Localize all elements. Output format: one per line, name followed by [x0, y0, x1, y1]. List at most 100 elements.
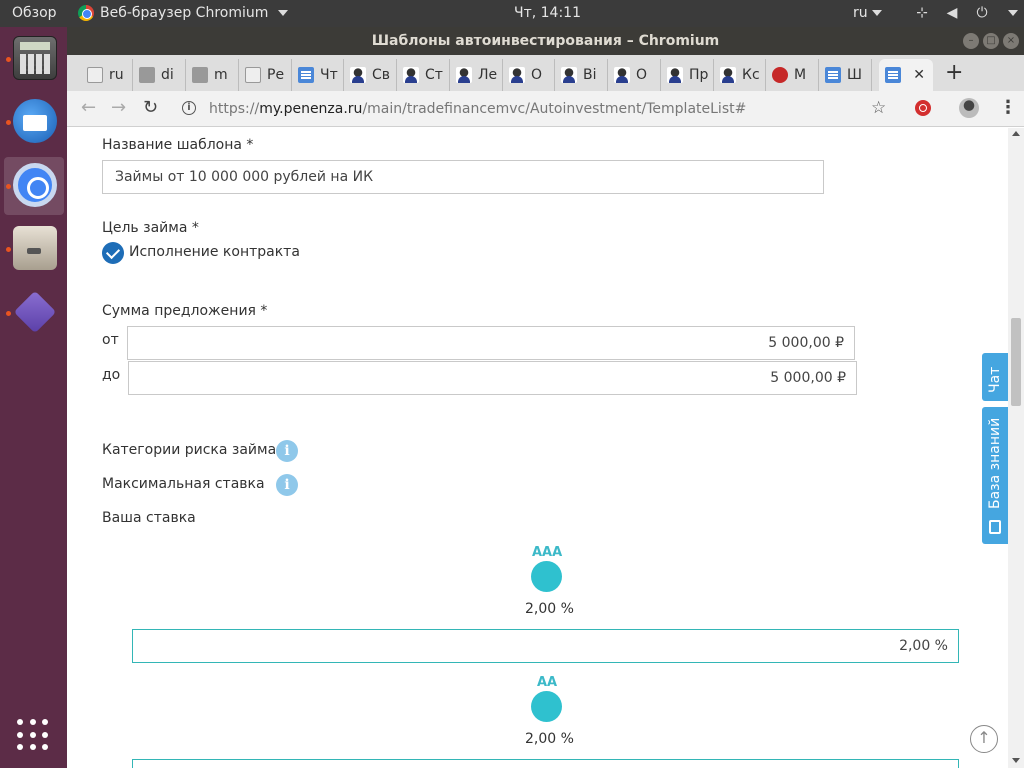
tab-label: Ст	[425, 67, 443, 83]
reload-button[interactable]: ↻	[143, 97, 158, 118]
tab-label: m	[214, 67, 228, 83]
menu-kebab-icon[interactable]: ⋮	[999, 97, 1017, 118]
close-tab-icon[interactable]: ✕	[913, 67, 925, 83]
tab[interactable]: m	[186, 59, 239, 91]
clock[interactable]: Чт, 14:11	[514, 5, 581, 21]
language-label: ru	[853, 5, 868, 21]
from-label: от	[102, 332, 119, 348]
to-label: до	[102, 367, 121, 383]
user-icon	[403, 67, 419, 83]
close-window-button[interactable]: ×	[1003, 33, 1019, 49]
extension-icon[interactable]	[915, 100, 931, 116]
activities-button[interactable]: Обзор	[12, 5, 57, 21]
tab[interactable]: М	[766, 59, 819, 91]
tab[interactable]: О	[608, 59, 661, 91]
tab[interactable]: Св	[344, 59, 397, 91]
dock-files[interactable]	[4, 220, 64, 278]
template-name-label: Название шаблона *	[102, 137, 254, 153]
url-path: /main/tradefinancemvc/Autoinvestment/Tem…	[362, 101, 747, 117]
sum-from-input[interactable]: 5 000,00 ₽	[127, 326, 855, 360]
chat-side-tab[interactable]: Чат	[982, 353, 1009, 401]
user-icon	[509, 67, 525, 83]
dock-visual-studio[interactable]	[4, 284, 64, 342]
dock-calculator[interactable]	[4, 30, 64, 88]
tab-label: О	[636, 67, 648, 83]
tab[interactable]: Кс	[714, 59, 766, 91]
app-menu-label: Веб-браузер Chromium	[100, 5, 269, 21]
user-icon	[667, 67, 683, 83]
dock-thunderbird[interactable]	[4, 93, 64, 151]
scrollbar-thumb[interactable]	[1011, 318, 1021, 406]
tab-label: Ре	[267, 67, 285, 83]
volume-icon: ◀	[946, 5, 958, 21]
tab[interactable]: Ш	[819, 59, 872, 91]
user-icon	[614, 67, 630, 83]
system-top-bar: Обзор Веб-браузер Chromium Чт, 14:11 ru …	[0, 0, 1024, 27]
calculator-icon	[13, 36, 57, 80]
tab-label: Чт	[320, 67, 338, 83]
dock	[0, 27, 67, 768]
show-applications-icon[interactable]	[17, 719, 49, 751]
new-tab-button[interactable]: +	[945, 60, 963, 85]
address-bar[interactable]: https://my.penenza.ru/main/tradefinancem…	[179, 95, 899, 123]
template-name-input[interactable]: Займы от 10 000 000 рублей на ИК	[102, 160, 824, 194]
sum-label: Сумма предложения *	[102, 303, 268, 319]
tab-active[interactable]: ✕	[879, 59, 933, 91]
tab-label: М	[794, 67, 807, 83]
tab[interactable]: Ст	[397, 59, 450, 91]
scroll-down-arrow[interactable]	[1012, 758, 1020, 763]
knowledge-base-side-tab[interactable]: База знаний	[982, 407, 1009, 544]
tab[interactable]: Ре	[239, 59, 292, 91]
image-icon	[192, 67, 208, 83]
page-icon	[245, 67, 261, 83]
network-icon: ⊹	[916, 5, 928, 21]
template-name-value: Займы от 10 000 000 рублей на ИК	[115, 169, 374, 185]
sum-from-value: 5 000,00 ₽	[768, 335, 844, 351]
tab-label: di	[161, 67, 174, 83]
knowledge-base-label: База знаний	[987, 417, 1003, 509]
tab[interactable]: Чт	[292, 59, 344, 91]
rating-aaa-label: AAA	[532, 545, 563, 560]
tab-label: Пр	[689, 67, 709, 83]
system-tray[interactable]: ⊹ ◀ ⏻	[914, 5, 1018, 21]
user-icon	[350, 67, 366, 83]
dock-chromium[interactable]	[4, 157, 64, 215]
rating-aaa-input[interactable]: 2,00 %	[132, 629, 959, 663]
scroll-up-arrow[interactable]	[1012, 131, 1020, 136]
sum-to-input[interactable]: 5 000,00 ₽	[128, 361, 857, 395]
tab[interactable]: Ві	[555, 59, 608, 91]
user-icon	[561, 67, 577, 83]
bookmark-star-icon[interactable]: ☆	[871, 98, 886, 118]
running-indicator	[6, 184, 11, 189]
tab[interactable]: Ле	[450, 59, 503, 91]
rating-aa-input[interactable]	[132, 759, 959, 768]
scroll-to-top-button[interactable]: ↑	[970, 725, 998, 753]
forward-button[interactable]: →	[111, 97, 126, 118]
tab[interactable]: О	[503, 59, 555, 91]
tab[interactable]: Пр	[661, 59, 714, 91]
rating-aaa-slider-handle[interactable]	[531, 561, 562, 592]
url-host: my.penenza.ru	[259, 101, 363, 117]
chevron-down-icon	[871, 10, 882, 16]
doc-icon	[885, 67, 901, 83]
user-icon	[456, 67, 472, 83]
profile-avatar[interactable]	[959, 98, 979, 118]
url-scheme: https://	[209, 101, 260, 117]
language-indicator[interactable]: ru	[853, 5, 882, 21]
tab[interactable]: di	[133, 59, 186, 91]
app-menu[interactable]: Веб-браузер Chromium	[78, 5, 289, 21]
doc-icon	[298, 67, 314, 83]
purpose-checkbox[interactable]	[102, 242, 124, 264]
maximize-button[interactable]: □	[983, 33, 999, 49]
minimize-button[interactable]: –	[963, 33, 979, 49]
tab-label: ru	[109, 67, 124, 83]
page-scrollbar[interactable]	[1008, 128, 1024, 768]
red-icon	[772, 67, 788, 83]
info-icon[interactable]: i	[276, 440, 298, 462]
back-button[interactable]: ←	[81, 97, 96, 118]
thunderbird-icon	[13, 99, 57, 143]
info-icon[interactable]: i	[276, 474, 298, 496]
rating-aa-slider-handle[interactable]	[531, 691, 562, 722]
rating-aa-rate: 2,00 %	[525, 731, 574, 747]
tab[interactable]: ru	[81, 59, 133, 91]
